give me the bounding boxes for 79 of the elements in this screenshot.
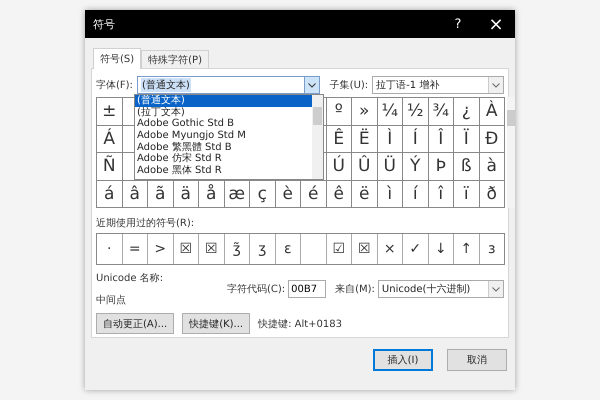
from-label: 来自(M): xyxy=(335,282,375,296)
font-list-item[interactable]: (拉丁文本) xyxy=(135,106,312,118)
symbol-cell[interactable]: = xyxy=(122,234,148,264)
symbol-cell[interactable]: Ð xyxy=(480,126,505,153)
window-title: 符号 xyxy=(93,16,115,32)
close-button[interactable]: × xyxy=(477,10,515,38)
symbol-cell[interactable]: ì xyxy=(378,180,403,208)
symbol-cell[interactable]: Ì xyxy=(378,126,403,153)
symbol-cell[interactable]: à xyxy=(480,153,505,180)
font-list-item[interactable]: Adobe 黑体 Std R xyxy=(135,165,312,177)
symbol-cell[interactable]: ê xyxy=(326,180,352,208)
symbol-cell[interactable]: ɛ xyxy=(276,234,301,264)
symbol-cell[interactable]: á xyxy=(97,180,122,208)
symbol-cell[interactable]: · xyxy=(97,234,122,264)
symbol-cell[interactable]: ï xyxy=(454,180,480,208)
symbol-cell[interactable]: ß xyxy=(454,153,480,180)
scrollbar[interactable] xyxy=(312,95,323,179)
symbol-cell[interactable]: ð xyxy=(480,180,505,208)
symbol-cell[interactable]: ☒ xyxy=(352,234,378,264)
symbol-cell[interactable]: ↑ xyxy=(454,234,480,264)
symbol-cell[interactable]: Ï xyxy=(454,126,480,153)
symbol-cell[interactable]: ↓ xyxy=(428,234,454,264)
symbol-cell[interactable]: × xyxy=(378,234,403,264)
symbol-cell[interactable]: º xyxy=(326,98,352,126)
symbol-cell[interactable]: Þ xyxy=(428,153,454,180)
symbol-cell[interactable]: ¿ xyxy=(454,98,480,126)
subset-label: 子集(U): xyxy=(330,79,368,92)
font-list-item[interactable]: Adobe Myungjo Std M xyxy=(135,130,312,142)
symbol-cell[interactable]: ¾ xyxy=(428,98,454,126)
symbol-cell[interactable]: ☒ xyxy=(174,234,199,264)
symbol-cell[interactable]: Î xyxy=(428,126,454,153)
tab[interactable]: 特殊字符(P) xyxy=(141,50,209,68)
unicode-name-label: Unicode 名称: xyxy=(96,272,164,285)
symbol-cell[interactable]: Í xyxy=(403,126,428,153)
dialog-button[interactable]: 插入(I) xyxy=(373,349,433,371)
font-label: 字体(F): xyxy=(96,78,133,92)
symbol-cell[interactable]: ½ xyxy=(403,98,428,126)
font-list-item[interactable]: Adobe 繁黑體 Std B xyxy=(135,142,312,154)
symbol-cell[interactable]: ✓ xyxy=(403,234,428,264)
subset-dropdown[interactable]: 拉丁语-1 增补 xyxy=(372,76,504,94)
font-list-item[interactable]: Adobe 仿宋 Std R xyxy=(135,153,312,166)
symbol-cell[interactable]: ë xyxy=(352,180,378,208)
symbol-cell[interactable]: ¼ xyxy=(378,98,403,126)
shortcut-text: 快捷键: Alt+0183 xyxy=(258,318,342,330)
symbol-cell[interactable]: Ý xyxy=(403,153,428,180)
recent-symbols-label: 近期使用过的符号(R): xyxy=(96,216,196,230)
dialog-button[interactable]: 取消 xyxy=(447,349,507,371)
char-code-label: 字符代码(C): xyxy=(226,282,286,296)
tab[interactable]: 符号(S) xyxy=(93,48,142,69)
symbol-cell[interactable]: з xyxy=(480,234,504,264)
action-button[interactable]: 自动更正(A)... xyxy=(96,313,174,334)
symbol-cell[interactable]: î xyxy=(428,180,454,208)
symbol-cell[interactable]: Ê xyxy=(326,126,352,153)
symbol-cell[interactable]: ʒ xyxy=(250,234,276,264)
symbol-cell[interactable]: Ë xyxy=(352,126,378,153)
symbol-cell[interactable]: ʒ̃ xyxy=(224,234,250,264)
symbol-cell[interactable]: ± xyxy=(97,98,122,126)
from-dropdown[interactable]: Unicode(十六进制) xyxy=(378,280,504,298)
symbol-cell[interactable]: Ñ xyxy=(97,153,122,180)
symbol-cell[interactable]: Ú xyxy=(326,153,352,180)
subset-value: 拉丁语-1 增补 xyxy=(376,78,440,92)
symbol-cell[interactable]: Û xyxy=(352,153,378,180)
unicode-name-value: 中间点 xyxy=(96,294,127,307)
font-value: (普通文本) xyxy=(140,78,191,92)
scrollbar[interactable] xyxy=(507,97,515,208)
symbol-cell[interactable]: ☑ xyxy=(326,234,352,264)
symbol-cell[interactable]: Á xyxy=(97,126,122,153)
font-dropdown[interactable]: (普通文本) xyxy=(136,76,320,94)
symbol-cell[interactable]: > xyxy=(148,234,174,264)
symbol-cell[interactable]: » xyxy=(352,98,378,126)
font-list-item[interactable]: Adobe Gothic Std B xyxy=(135,118,312,130)
symbol-cell[interactable]: À xyxy=(480,98,505,126)
char-code-field[interactable]: 00B7 xyxy=(288,280,326,298)
symbol-cell[interactable]: Ü xyxy=(378,153,403,180)
action-button[interactable]: 快捷键(K)... xyxy=(182,313,250,334)
help-button[interactable]: ? xyxy=(439,10,477,38)
from-value: Unicode(十六进制) xyxy=(382,282,470,296)
symbol-cell[interactable]: ☒ xyxy=(199,234,224,264)
symbol-cell[interactable]: í xyxy=(403,180,428,208)
